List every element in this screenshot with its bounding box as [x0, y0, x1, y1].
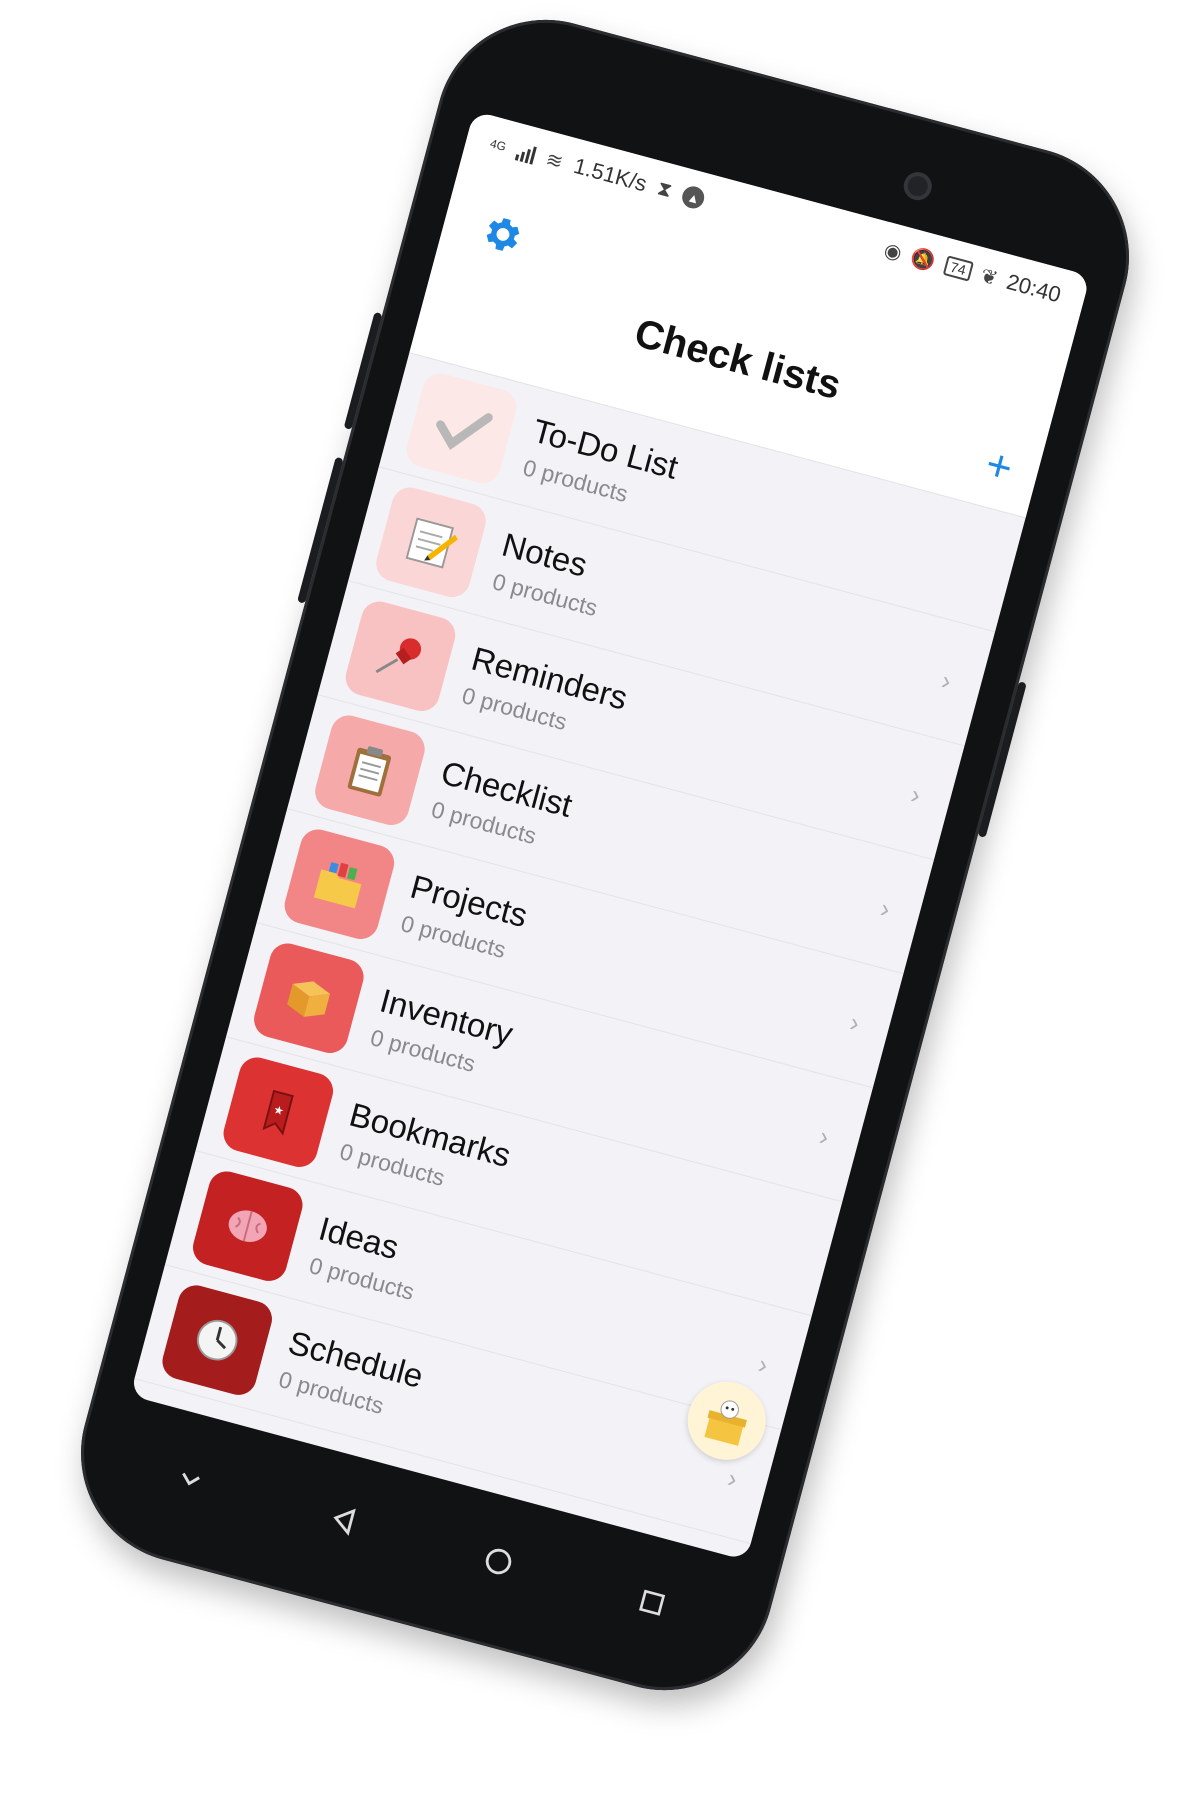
- pushpin-icon: [375, 637, 422, 673]
- network-type: 4G: [488, 136, 508, 154]
- chevron-right-icon: ›: [846, 1006, 863, 1038]
- gift-box-icon: [704, 1400, 747, 1446]
- gear-icon: [486, 218, 520, 251]
- chevron-right-icon: ›: [816, 1120, 833, 1152]
- add-list-button[interactable]: +: [980, 439, 1018, 493]
- hide-nav-button[interactable]: [153, 1442, 226, 1515]
- chevron-down-icon: [181, 1472, 200, 1486]
- power-button[interactable]: [977, 681, 1027, 838]
- recents-button[interactable]: [616, 1566, 689, 1639]
- reminders-icon-tile: [341, 597, 460, 715]
- signal-icon: [514, 141, 538, 165]
- chevron-right-icon: ›: [724, 1462, 741, 1494]
- back-icon: [333, 1508, 357, 1537]
- status-bar: 4G ≋ 1.51K/s ⧗ ▲ ◉ 🔕 74 ❦ 20:40: [486, 131, 1064, 313]
- clock-time: 20:40: [1003, 268, 1064, 308]
- recents-icon: [639, 1589, 666, 1616]
- notes-icon-tile: [372, 483, 490, 601]
- checkmark-icon: [436, 412, 493, 450]
- battery-icon: 74: [942, 255, 975, 282]
- hourglass-icon: ⧗: [655, 176, 675, 202]
- chevron-right-icon: ›: [938, 664, 955, 697]
- chevron-right-icon: ›: [907, 778, 925, 811]
- chevron-right-icon: ›: [755, 1348, 772, 1380]
- leaf-icon: ❦: [978, 264, 1001, 291]
- ideas-icon-tile: [189, 1166, 307, 1285]
- brain-icon: [228, 1209, 267, 1242]
- volume-down-button[interactable]: [297, 456, 344, 604]
- notepad-pencil-icon: [405, 516, 458, 569]
- bookmarks-icon-tile: ★: [219, 1052, 338, 1171]
- clock-icon: [197, 1319, 238, 1360]
- app-screen: 4G ≋ 1.51K/s ⧗ ▲ ◉ 🔕 74 ❦ 20:40 Check li…: [129, 110, 1091, 1561]
- folder-icon: [313, 861, 362, 908]
- box-icon: [287, 980, 331, 1017]
- navigation-icon: ▲: [680, 184, 708, 212]
- schedule-icon-tile: [158, 1280, 277, 1399]
- projects-icon-tile: [280, 824, 399, 943]
- eye-icon: ◉: [881, 238, 905, 265]
- inventory-icon-tile: [250, 938, 368, 1057]
- phone-frame: 4G ≋ 1.51K/s ⧗ ▲ ◉ 🔕 74 ❦ 20:40 Check li…: [56, 0, 1154, 1715]
- front-camera: [900, 169, 935, 204]
- home-button[interactable]: [462, 1525, 535, 1598]
- network-speed: 1.51K/s: [571, 152, 650, 197]
- todo-icon-tile: [402, 369, 521, 487]
- back-button[interactable]: [307, 1483, 380, 1556]
- home-icon: [485, 1548, 512, 1575]
- clipboard-icon: [347, 745, 392, 797]
- bookmark-icon: ★: [262, 1089, 294, 1136]
- settings-button[interactable]: [474, 207, 528, 261]
- chevron-right-icon: ›: [877, 892, 894, 925]
- volume-up-button[interactable]: [343, 311, 383, 430]
- wifi-icon: ≋: [543, 147, 566, 174]
- checklist-icon-tile: [311, 710, 429, 829]
- checklist-list: To-Do List 0 products Notes 0 products ›: [130, 353, 1026, 1560]
- bell-off-icon: 🔕: [908, 245, 938, 274]
